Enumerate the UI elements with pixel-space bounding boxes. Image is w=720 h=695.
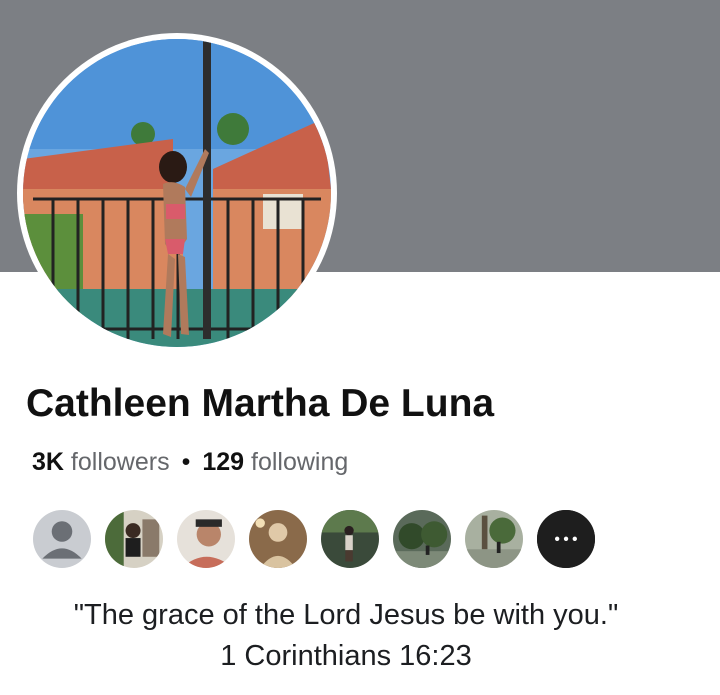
follower-avatar-1[interactable] bbox=[103, 508, 165, 570]
follower-avatar-4[interactable] bbox=[319, 508, 381, 570]
stats-separator: • bbox=[181, 448, 191, 476]
profile-photo-image bbox=[23, 39, 331, 347]
following-label: following bbox=[251, 448, 349, 476]
follower-avatar-3[interactable] bbox=[247, 508, 309, 570]
profile-name: Cathleen Martha De Luna bbox=[26, 382, 495, 425]
followers-label: followers bbox=[70, 448, 170, 476]
follower-avatar-6[interactable] bbox=[463, 508, 525, 570]
followers-count: 3K bbox=[32, 448, 64, 476]
followers-link[interactable]: 3K followers bbox=[32, 448, 170, 476]
follower-avatar-2[interactable] bbox=[175, 508, 237, 570]
more-dots-icon: ••• bbox=[553, 531, 579, 549]
default-avatar-icon[interactable] bbox=[31, 508, 93, 570]
bio-quote: "The grace of the Lord Jesus be with you… bbox=[73, 599, 619, 631]
follower-avatar-5[interactable] bbox=[391, 508, 453, 570]
bio-reference: 1 Corinthians 16:23 bbox=[220, 640, 472, 672]
profile-picture[interactable] bbox=[17, 33, 337, 353]
more-followers-button[interactable]: ••• bbox=[535, 508, 597, 570]
following-link[interactable]: 129 following bbox=[202, 448, 348, 476]
following-count: 129 bbox=[202, 448, 245, 476]
follow-stats: 3K followers • 129 following bbox=[32, 448, 348, 477]
